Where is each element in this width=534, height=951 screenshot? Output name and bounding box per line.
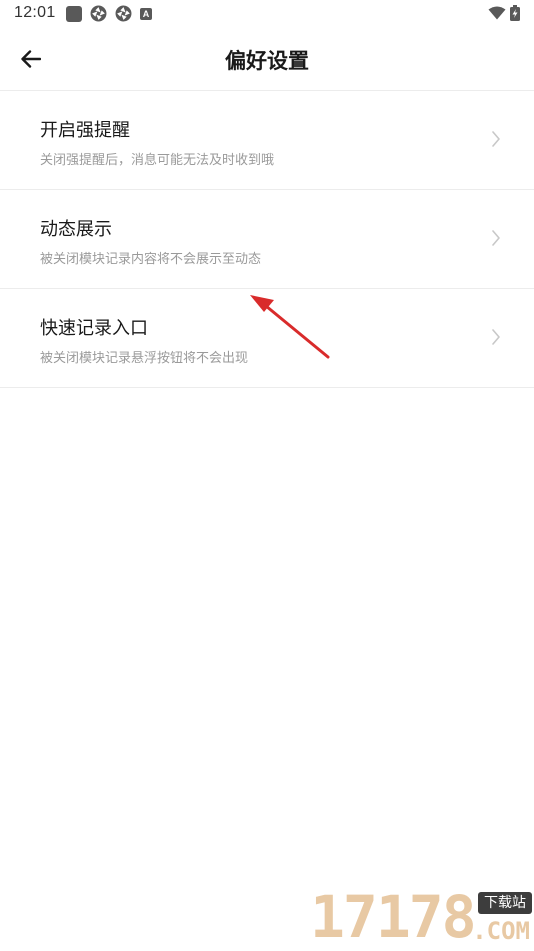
setting-description: 关闭强提醒后，消息可能无法及时收到哦 [40, 153, 275, 168]
setting-strong-reminder[interactable]: 开启强提醒 关闭强提醒后，消息可能无法及时收到哦 [0, 91, 534, 190]
watermark-digits: 17178 [310, 883, 477, 951]
setting-title: 开启强提醒 [40, 120, 130, 141]
aperture-icon [90, 5, 107, 22]
status-time: 12:01 [14, 4, 56, 21]
site-watermark: 17178 下载站 .COM [306, 884, 534, 950]
aperture-icon [115, 5, 132, 22]
chevron-right-icon [492, 329, 500, 345]
watermark-domain: .COM [472, 917, 530, 945]
watermark-badge: 下载站 [478, 892, 532, 914]
page-title: 偏好设置 [225, 49, 309, 73]
a-notification-icon: A [140, 7, 152, 20]
wifi-icon [488, 6, 506, 20]
setting-description: 被关闭模块记录内容将不会展示至动态 [40, 252, 262, 267]
chevron-right-icon [492, 230, 500, 246]
setting-feed-display[interactable]: 动态展示 被关闭模块记录内容将不会展示至动态 [0, 190, 534, 289]
system-icons [488, 5, 520, 21]
app-notification-icon [66, 5, 82, 22]
notification-icons: A [66, 5, 152, 22]
setting-title: 快速记录入口 [40, 318, 148, 339]
setting-title: 动态展示 [40, 219, 112, 240]
battery-charging-icon [510, 5, 520, 21]
red-arrow-annotation [250, 295, 330, 359]
status-bar: 12:01 A [0, 0, 534, 28]
header: 偏好设置 [0, 28, 534, 91]
setting-description: 被关闭模块记录悬浮按钮将不会出现 [40, 351, 249, 366]
chevron-right-icon [492, 131, 500, 147]
